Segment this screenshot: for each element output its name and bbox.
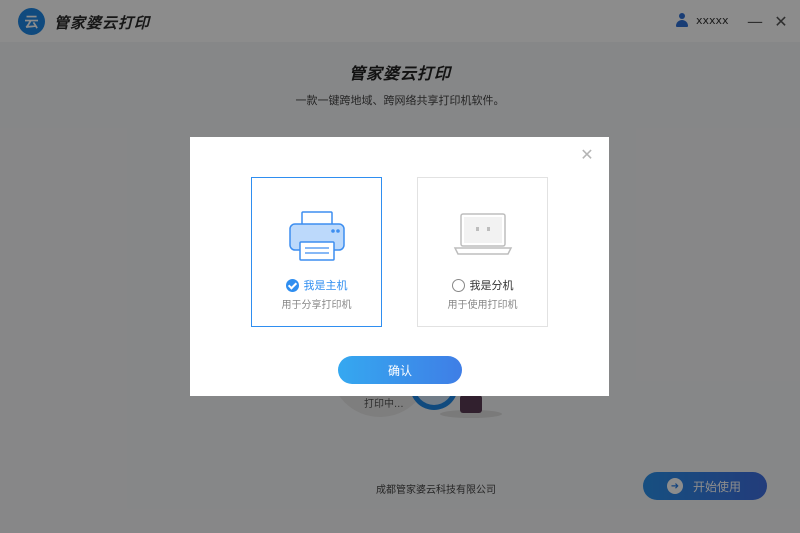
close-icon[interactable]: ✕ <box>580 147 594 163</box>
radio-client[interactable] <box>451 278 465 292</box>
option-host-row[interactable]: 我是主机 <box>252 277 381 293</box>
option-card-client[interactable]: 我是分机 用于使用打印机 <box>417 177 548 327</box>
option-host-description: 用于分享打印机 <box>281 300 352 311</box>
option-client-row[interactable]: 我是分机 <box>418 277 547 293</box>
option-client-label: 我是分机 <box>469 279 514 292</box>
laptop-icon <box>453 213 513 255</box>
option-host-label: 我是主机 <box>303 279 348 292</box>
role-select-dialog: ✕ 我是主机 用于分享打印机 我是分机 用于使用打印机 确认 <box>190 137 609 396</box>
confirm-button[interactable]: 确认 <box>338 356 462 384</box>
printer-icon <box>289 211 345 261</box>
radio-host[interactable] <box>285 278 299 292</box>
option-client-description: 用于使用打印机 <box>447 300 518 311</box>
option-card-host[interactable]: 我是主机 用于分享打印机 <box>251 177 382 327</box>
